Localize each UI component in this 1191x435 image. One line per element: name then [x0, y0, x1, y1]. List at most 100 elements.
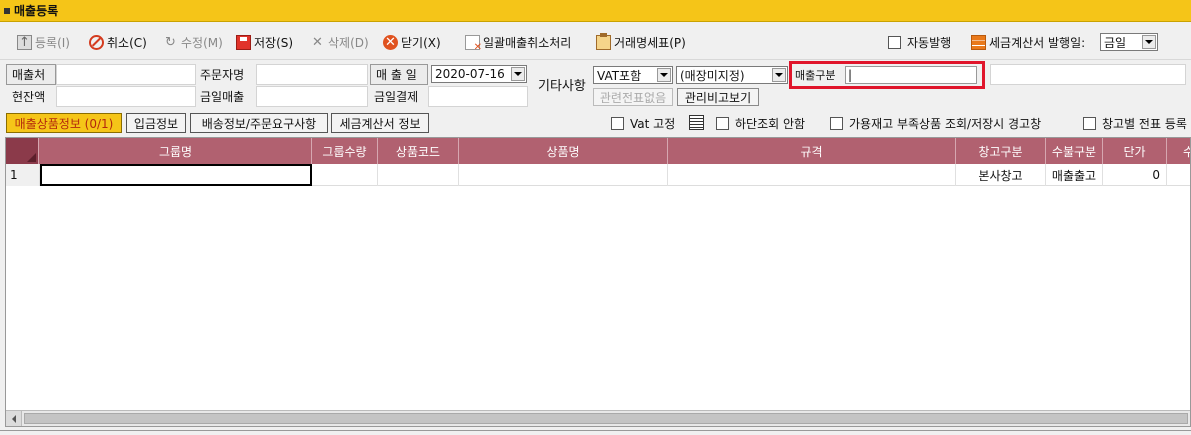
- close-icon: ✕: [383, 34, 398, 50]
- today-sales-label: 금일매출: [200, 90, 245, 104]
- today-sales-field: [256, 86, 368, 107]
- cell-price[interactable]: 0: [1103, 164, 1167, 186]
- statement-button[interactable]: 거래명세표(P): [596, 32, 686, 52]
- title-square-icon: [4, 7, 10, 14]
- scroll-thumb[interactable]: [24, 413, 1188, 424]
- register-label: 등록(I): [35, 35, 70, 50]
- auto-issue-checkbox-box[interactable]: [888, 35, 901, 49]
- customer-field[interactable]: [56, 64, 196, 85]
- delete-icon: ✕: [312, 34, 323, 50]
- vat-fixed-checkbox[interactable]: [611, 117, 624, 130]
- cash-label: 현잔액: [12, 90, 46, 104]
- tax-invoice-date-label: 세금계산서 발행일:: [989, 35, 1086, 50]
- col-spec[interactable]: 규격: [668, 138, 956, 164]
- col-movement[interactable]: 수불구분: [1046, 138, 1103, 164]
- customer-label: 매출처: [6, 64, 56, 85]
- tab-deposit[interactable]: 입금정보: [126, 113, 186, 133]
- close-label: 닫기(X): [401, 35, 441, 50]
- cell-group-name[interactable]: [40, 164, 312, 186]
- warehouse-slip-label: 창고별 전표 등록: [1102, 117, 1187, 131]
- cell-group-qty[interactable]: [312, 164, 378, 186]
- horizontal-scrollbar[interactable]: [6, 410, 1190, 426]
- delete-label: 삭제(D): [328, 35, 369, 50]
- chevron-down-icon[interactable]: [657, 68, 671, 82]
- document-cancel-icon: [465, 34, 482, 53]
- tax-invoice-date-group: 세금계산서 발행일:: [971, 32, 1085, 52]
- cell-product-name[interactable]: [459, 164, 668, 186]
- auto-issue-checkbox[interactable]: 자동발행: [888, 32, 951, 52]
- row-number: 1: [6, 164, 40, 186]
- related-slip-button[interactable]: 관련전표없음: [593, 88, 673, 106]
- cell-spec[interactable]: [668, 164, 956, 186]
- register-button[interactable]: ↑ 등록(I): [17, 32, 70, 52]
- grid-icon[interactable]: [689, 115, 704, 130]
- today-settle-label: 금일결제: [374, 90, 419, 104]
- no-bottom-query-option[interactable]: 하단조회 안함: [716, 115, 805, 132]
- memo-button[interactable]: 관리비고보기: [677, 88, 759, 106]
- warehouse-slip-option[interactable]: 창고별 전표 등록: [1083, 115, 1187, 132]
- orderer-label: 주문자명: [200, 68, 245, 82]
- scroll-left-icon[interactable]: [6, 411, 22, 426]
- misc-extra-field[interactable]: [990, 64, 1186, 85]
- sales-date-picker[interactable]: 2020-07-16: [431, 65, 527, 83]
- save-button[interactable]: 저장(S): [236, 32, 293, 52]
- delete-button[interactable]: ✕ 삭제(D): [310, 32, 369, 52]
- tab-shipping[interactable]: 배송정보/주문요구사항: [190, 113, 328, 133]
- tab-sales-items[interactable]: 매출상품정보 (0/1): [6, 113, 122, 133]
- chevron-down-icon[interactable]: [772, 68, 786, 82]
- table-row[interactable]: 1 본사창고 매출출고 0: [6, 164, 1190, 186]
- tax-invoice-date-select[interactable]: 금일: [1100, 33, 1158, 51]
- bottom-border: [0, 430, 1191, 435]
- auto-issue-label: 자동발행: [907, 35, 952, 50]
- col-quantity[interactable]: 수: [1167, 138, 1190, 164]
- bulk-cancel-button[interactable]: 일괄매출취소처리: [465, 32, 572, 53]
- cash-field: [56, 86, 196, 107]
- toolbar: ↑ 등록(I) 취소(C) ↻ 수정(M) 저장(S) ✕ 삭제(D) ✕ 닫기…: [0, 22, 1191, 60]
- tax-invoice-date-value: 금일: [1104, 35, 1127, 50]
- vat-fixed-option[interactable]: Vat 고정: [611, 115, 675, 132]
- warehouse-slip-checkbox[interactable]: [1083, 117, 1096, 130]
- grid-corner[interactable]: [6, 138, 39, 164]
- edit-button[interactable]: ↻ 수정(M): [163, 32, 223, 52]
- store-select[interactable]: (매장미지정): [676, 66, 788, 84]
- grid-header: 그룹명 그룹수량 상품코드 상품명 규격 창고구분 수불구분 단가 수: [6, 138, 1190, 164]
- vat-value: VAT포함: [597, 68, 642, 83]
- window-title: 매출등록: [14, 4, 59, 18]
- tax-invoice-icon: [971, 34, 986, 50]
- refresh-icon: ↻: [165, 34, 176, 50]
- cancel-label: 취소(C): [107, 35, 147, 50]
- clipboard-icon: [596, 32, 611, 50]
- chevron-down-icon[interactable]: [1142, 35, 1156, 49]
- stock-warning-label: 가용재고 부족상품 조회/저장시 경고창: [849, 117, 1042, 131]
- chevron-down-icon[interactable]: [511, 67, 525, 81]
- close-button[interactable]: ✕ 닫기(X): [383, 32, 441, 52]
- vat-select[interactable]: VAT포함: [593, 66, 673, 84]
- col-product-code[interactable]: 상품코드: [378, 138, 459, 164]
- grid-icon-wrapper: [689, 115, 704, 130]
- save-icon: [236, 34, 251, 50]
- col-price[interactable]: 단가: [1103, 138, 1167, 164]
- vat-fixed-label: Vat 고정: [630, 117, 676, 131]
- stock-warning-option[interactable]: 가용재고 부족상품 조회/저장시 경고창: [830, 115, 1041, 132]
- col-group-qty[interactable]: 그룹수량: [312, 138, 378, 164]
- cell-product-code[interactable]: [378, 164, 459, 186]
- cell-movement[interactable]: 매출출고: [1046, 164, 1103, 186]
- orderer-field[interactable]: [256, 64, 368, 85]
- tab-tax-invoice[interactable]: 세금계산서 정보: [331, 113, 429, 133]
- col-warehouse[interactable]: 창고구분: [956, 138, 1046, 164]
- cancel-button[interactable]: 취소(C): [89, 32, 147, 52]
- store-value: (매장미지정): [680, 68, 745, 83]
- bulk-cancel-label: 일괄매출취소처리: [483, 35, 572, 50]
- window-titlebar: 매출등록: [0, 0, 1191, 22]
- cancel-icon: [89, 34, 104, 50]
- col-group-name[interactable]: 그룹명: [40, 138, 312, 164]
- col-product-name[interactable]: 상품명: [459, 138, 668, 164]
- sales-items-grid[interactable]: 그룹명 그룹수량 상품코드 상품명 규격 창고구분 수불구분 단가 수 1 본사…: [5, 137, 1191, 427]
- stock-warning-checkbox[interactable]: [830, 117, 843, 130]
- no-bottom-query-checkbox[interactable]: [716, 117, 729, 130]
- statement-label: 거래명세표(P): [614, 35, 686, 50]
- no-bottom-query-label: 하단조회 안함: [735, 117, 806, 131]
- sales-date-value: 2020-07-16: [435, 67, 505, 81]
- cell-warehouse[interactable]: 본사창고: [956, 164, 1046, 186]
- highlight-box: [789, 61, 985, 89]
